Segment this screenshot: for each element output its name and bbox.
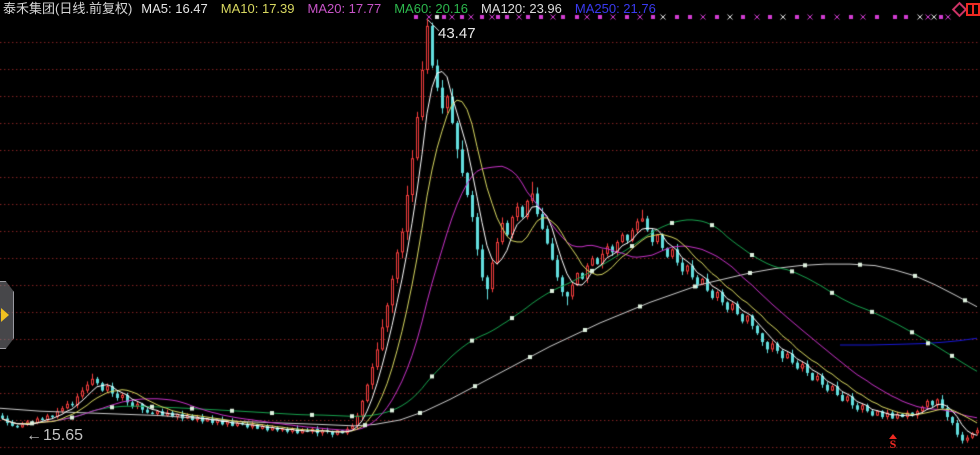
ex-rights-letter: S [886,439,900,450]
legend-ma20: MA20: 17.77 [308,1,382,16]
arrow-left-icon: ← [26,427,42,444]
kline-chart[interactable] [0,0,980,455]
legend-ma120: MA120: 23.96 [481,1,562,16]
high-price-label: 43.47 [438,25,476,42]
stock-app-window: 泰禾集团(日线.前复权) MA5: 16.47 MA10: 17.39 MA20: 1… [0,0,980,455]
legend-ma5: MA5: 16.47 [141,1,208,16]
legend-ma10: MA10: 17.39 [221,1,295,16]
low-price-value: 15.65 [43,427,83,444]
sidebar-expand-handle[interactable] [0,281,14,349]
chart-header: 泰禾集团(日线.前复权) MA5: 16.47 MA10: 17.39 MA20: 1… [3,1,669,16]
ex-rights-marker: S [886,434,900,450]
legend-ma60: MA60: 20.16 [394,1,468,16]
stock-title: 泰禾集团(日线.前复权) [3,1,132,16]
split-window-icon[interactable] [966,3,980,16]
legend-ma250: MA250: 21.76 [575,1,656,16]
expand-arrow-icon [1,308,9,322]
low-price-label: ←15.65 [26,427,83,445]
